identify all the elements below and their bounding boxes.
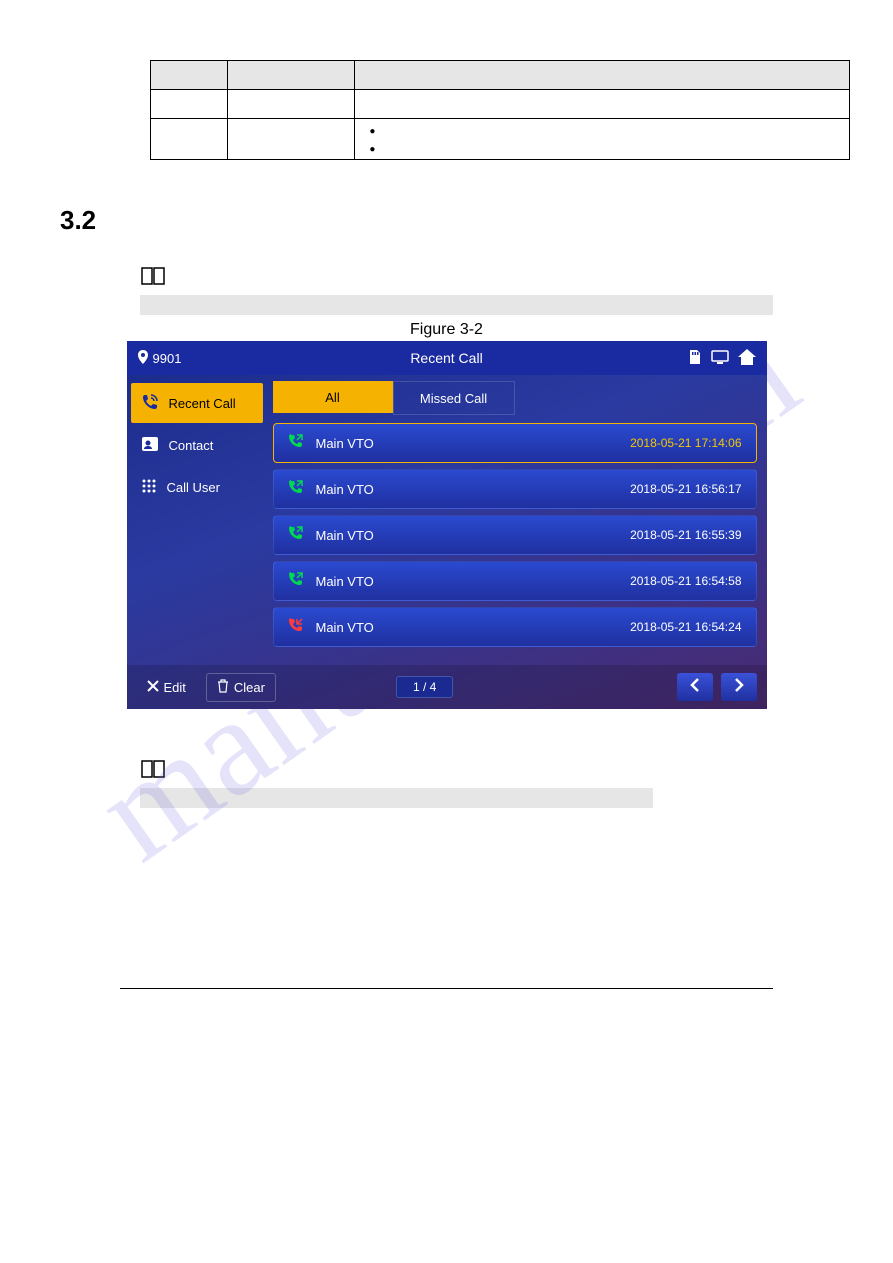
sidebar-item-label: Call User <box>167 480 220 495</box>
main-content: All Missed Call Main VTO2018-05-21 17:14… <box>267 375 767 665</box>
location-pin-icon <box>137 350 149 367</box>
sd-card-icon[interactable] <box>687 349 703 368</box>
parameter-table <box>150 60 850 160</box>
footer-bar: Edit Clear 1 / 4 <box>127 665 767 709</box>
call-outgoing-icon <box>288 479 310 500</box>
sidebar-item-recent-call[interactable]: Recent Call <box>131 383 263 423</box>
call-time: 2018-05-21 17:14:06 <box>630 436 741 450</box>
clear-label: Clear <box>234 680 265 695</box>
call-name: Main VTO <box>316 574 631 589</box>
call-row[interactable]: Main VTO2018-05-21 16:54:24 <box>273 607 757 647</box>
call-row[interactable]: Main VTO2018-05-21 16:54:58 <box>273 561 757 601</box>
bullet-item <box>381 121 841 139</box>
tab-missed-call[interactable]: Missed Call <box>393 381 515 415</box>
bullet-item <box>381 139 841 157</box>
call-name: Main VTO <box>316 436 631 451</box>
trash-icon <box>217 679 229 696</box>
call-outgoing-icon <box>288 571 310 592</box>
note-bar <box>140 788 653 808</box>
contact-icon <box>141 436 159 455</box>
sidebar-item-label: Contact <box>169 438 214 453</box>
call-time: 2018-05-21 16:56:17 <box>630 482 741 496</box>
room-number: 9901 <box>153 351 182 366</box>
call-name: Main VTO <box>316 620 631 635</box>
chevron-right-icon <box>734 678 744 697</box>
edit-button[interactable]: Edit <box>137 675 196 700</box>
chevron-left-icon <box>690 678 700 697</box>
call-outgoing-icon <box>288 525 310 546</box>
call-missed-icon <box>288 617 310 638</box>
table-cell <box>228 119 355 160</box>
page-footer-rule <box>120 988 773 989</box>
title-bar: 9901 Recent Call <box>127 341 767 375</box>
note-book-icon <box>140 266 168 291</box>
call-name: Main VTO <box>316 528 631 543</box>
clear-button[interactable]: Clear <box>206 673 276 702</box>
table-cell <box>355 90 850 119</box>
table-header-cell <box>355 61 850 90</box>
dialpad-icon <box>141 478 157 497</box>
page-indicator: 1 / 4 <box>396 676 453 698</box>
call-row[interactable]: Main VTO2018-05-21 16:56:17 <box>273 469 757 509</box>
section-heading: 3.2 <box>60 205 833 236</box>
sidebar-item-label: Recent Call <box>169 396 236 411</box>
tab-all[interactable]: All <box>273 381 393 413</box>
note-book-icon <box>140 759 168 784</box>
call-list: Main VTO2018-05-21 17:14:06Main VTO2018-… <box>273 423 757 647</box>
call-name: Main VTO <box>316 482 631 497</box>
call-outgoing-icon <box>288 433 310 454</box>
table-cell <box>355 119 850 160</box>
page-title: Recent Call <box>410 350 482 366</box>
sidebar: Recent Call Contact Call User <box>127 375 267 665</box>
table-cell <box>151 119 228 160</box>
edit-label: Edit <box>164 680 186 695</box>
next-page-button[interactable] <box>721 673 757 701</box>
recent-call-icon <box>141 393 159 414</box>
sidebar-item-contact[interactable]: Contact <box>131 425 263 465</box>
screen-icon[interactable] <box>711 350 729 367</box>
sidebar-item-call-user[interactable]: Call User <box>131 467 263 507</box>
figure-caption: Figure 3-2 <box>60 321 833 339</box>
close-x-icon <box>147 680 159 695</box>
table-header-cell <box>151 61 228 90</box>
table-header-cell <box>228 61 355 90</box>
table-cell <box>151 90 228 119</box>
call-time: 2018-05-21 16:54:24 <box>630 620 741 634</box>
call-time: 2018-05-21 16:54:58 <box>630 574 741 588</box>
call-time: 2018-05-21 16:55:39 <box>630 528 741 542</box>
call-row[interactable]: Main VTO2018-05-21 17:14:06 <box>273 423 757 463</box>
table-cell <box>228 90 355 119</box>
recent-call-screenshot: 9901 Recent Call Rece <box>127 341 767 709</box>
prev-page-button[interactable] <box>677 673 713 701</box>
call-row[interactable]: Main VTO2018-05-21 16:55:39 <box>273 515 757 555</box>
home-icon[interactable] <box>737 348 757 369</box>
note-bar <box>140 295 773 315</box>
